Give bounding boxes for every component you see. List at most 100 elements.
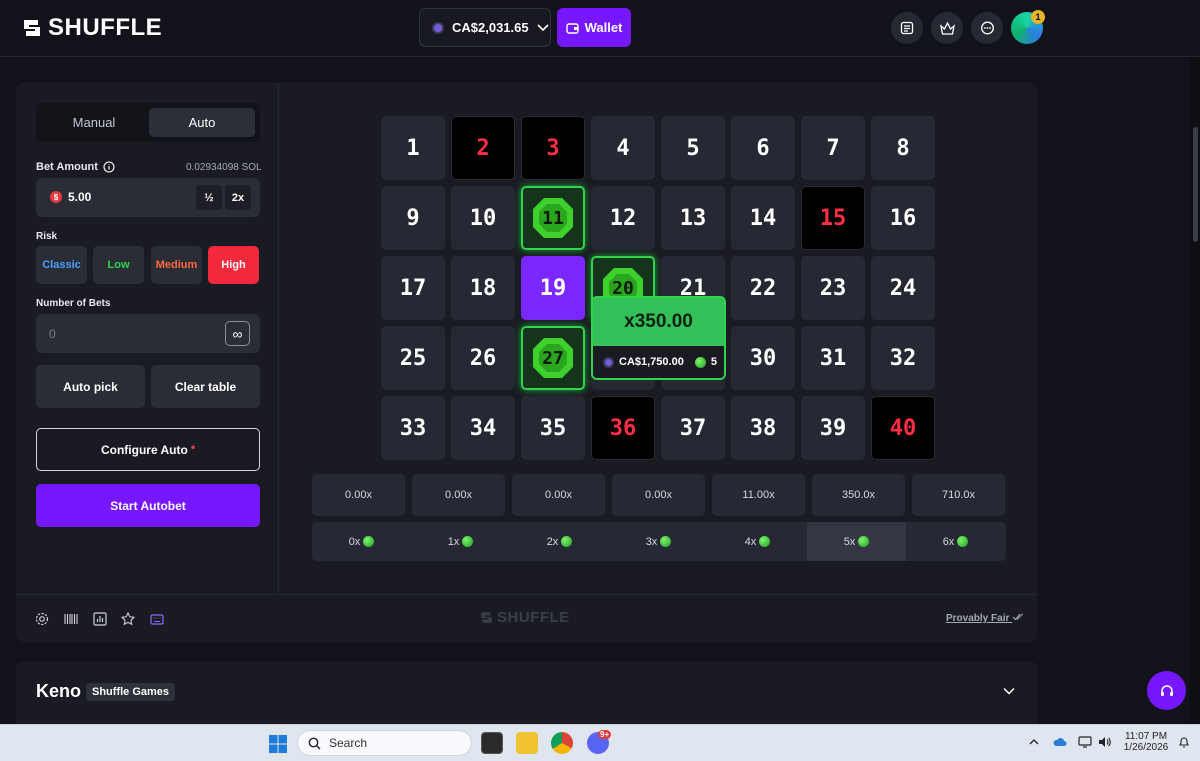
tab-auto[interactable]: Auto — [149, 108, 255, 137]
number-of-bets-input[interactable]: 0 ∞ — [36, 314, 260, 353]
double-bet-button[interactable]: 2x — [225, 185, 251, 210]
discord-badge: 9+ — [598, 730, 612, 739]
cell-number: 32 — [889, 345, 917, 371]
keno-cell[interactable]: 32 — [871, 326, 935, 390]
keno-cell[interactable]: 10 — [451, 186, 515, 250]
bet-amount-input[interactable]: $ 5.00 ½ 2x — [36, 178, 260, 217]
hit-count-label: 3x — [645, 535, 658, 548]
clock-date: 1/26/2026 — [1123, 742, 1169, 753]
start-autobet-button[interactable]: Start Autobet — [36, 484, 260, 527]
keno-cell[interactable]: 36 — [591, 396, 655, 460]
chat-button[interactable] — [971, 12, 1003, 44]
keno-cell[interactable]: 6 — [731, 116, 795, 180]
wallet-button[interactable]: Wallet — [557, 8, 631, 47]
brand-logo[interactable]: SHUFFLE — [22, 14, 162, 42]
payout-multiplier: 0.00x — [312, 474, 405, 516]
cell-number: 17 — [399, 275, 427, 301]
support-chat-button[interactable] — [1147, 671, 1186, 710]
keno-cell[interactable]: 14 — [731, 186, 795, 250]
cell-number: 7 — [826, 135, 840, 161]
keno-cell[interactable]: 8 — [871, 116, 935, 180]
keno-cell[interactable]: 23 — [801, 256, 865, 320]
gem-icon — [759, 536, 771, 547]
auto-pick-button[interactable]: Auto pick — [36, 365, 145, 408]
file-explorer-app[interactable] — [516, 732, 538, 754]
risk-low-button[interactable]: Low — [93, 246, 144, 284]
risk-medium-button[interactable]: Medium — [151, 246, 202, 284]
keno-cell[interactable]: 38 — [731, 396, 795, 460]
clock[interactable]: 11:07 PM 1/26/2026 — [1120, 731, 1172, 753]
keno-cell[interactable]: 2 — [451, 116, 515, 180]
gem-icon — [694, 356, 706, 368]
keno-cell[interactable]: 15 — [801, 186, 865, 250]
half-bet-button[interactable]: ½ — [196, 185, 222, 210]
provably-fair-link[interactable]: Provably Fair — [946, 613, 1025, 624]
notes-button[interactable] — [891, 12, 923, 44]
chat-icon — [980, 21, 994, 34]
keno-cell[interactable]: 31 — [801, 326, 865, 390]
keno-cell[interactable]: 30 — [731, 326, 795, 390]
configure-auto-button[interactable]: Configure Auto • — [36, 428, 260, 471]
keno-cell[interactable]: 34 — [451, 396, 515, 460]
keno-cell[interactable]: 11 — [521, 186, 585, 250]
clear-table-button[interactable]: Clear table — [151, 365, 260, 408]
keno-cell[interactable]: 3 — [521, 116, 585, 180]
hit-count-label: 5x — [843, 535, 856, 548]
balance-selector[interactable]: CA$2,031.65 — [419, 8, 551, 47]
keno-cell[interactable]: 18 — [451, 256, 515, 320]
info-icon[interactable] — [103, 161, 115, 173]
notification-bell-icon[interactable] — [1178, 736, 1190, 749]
keno-cell[interactable]: 37 — [661, 396, 725, 460]
keno-cell[interactable]: 24 — [871, 256, 935, 320]
risk-high-button[interactable]: High — [208, 246, 259, 284]
windows-start-icon[interactable] — [268, 734, 288, 754]
cell-number: 30 — [749, 345, 777, 371]
chrome-app[interactable] — [551, 732, 573, 754]
keno-cell[interactable]: 33 — [381, 396, 445, 460]
scrollbar-thumb[interactable] — [1193, 127, 1198, 242]
keno-cell[interactable]: 4 — [591, 116, 655, 180]
cell-number: 36 — [609, 415, 637, 441]
keno-cell[interactable]: 19 — [521, 256, 585, 320]
cloud-icon[interactable] — [1053, 737, 1067, 747]
wallet-label: Wallet — [584, 20, 623, 35]
chevron-down-icon[interactable] — [1003, 685, 1015, 697]
keno-cell[interactable]: 39 — [801, 396, 865, 460]
hit-count-label: 2x — [546, 535, 559, 548]
keno-cell[interactable]: 5 — [661, 116, 725, 180]
barcode-icon[interactable] — [64, 612, 78, 626]
payout-popup: x350.00 CA$1,750.00 5 — [591, 296, 726, 380]
keno-cell[interactable]: 7 — [801, 116, 865, 180]
monitor-icon[interactable] — [1078, 736, 1092, 748]
chevron-up-icon[interactable] — [1029, 738, 1039, 745]
keno-cell[interactable]: 26 — [451, 326, 515, 390]
keno-cell[interactable]: 22 — [731, 256, 795, 320]
task-view-app[interactable] — [481, 732, 503, 754]
keno-cell[interactable]: 17 — [381, 256, 445, 320]
keno-cell[interactable]: 35 — [521, 396, 585, 460]
headset-icon — [1160, 684, 1173, 696]
risk-classic-button[interactable]: Classic — [36, 246, 87, 284]
keno-cell[interactable]: 16 — [871, 186, 935, 250]
tab-manual[interactable]: Manual — [41, 108, 147, 137]
vip-button[interactable] — [931, 12, 963, 44]
keno-cell[interactable]: 25 — [381, 326, 445, 390]
keno-cell[interactable]: 12 — [591, 186, 655, 250]
settings-gear-icon[interactable] — [35, 612, 49, 626]
keno-cell[interactable]: 27 — [521, 326, 585, 390]
keno-cell[interactable]: 9 — [381, 186, 445, 250]
speaker-icon[interactable] — [1098, 736, 1112, 748]
star-icon[interactable] — [121, 612, 135, 626]
keno-cell[interactable]: 1 — [381, 116, 445, 180]
infinity-button[interactable]: ∞ — [225, 321, 250, 346]
page-scrollbar[interactable] — [1190, 57, 1200, 724]
gem-icon: 27 — [531, 336, 575, 380]
hit-count-label: 1x — [447, 535, 460, 548]
stats-chart-icon[interactable] — [93, 612, 107, 626]
keno-cell[interactable]: 40 — [871, 396, 935, 460]
keyboard-icon[interactable] — [150, 612, 164, 626]
keno-cell[interactable]: 13 — [661, 186, 725, 250]
taskbar-search[interactable]: Search — [297, 730, 472, 756]
footer-brand: SHUFFLE — [480, 609, 570, 626]
provider-tag[interactable]: Shuffle Games — [86, 683, 176, 701]
